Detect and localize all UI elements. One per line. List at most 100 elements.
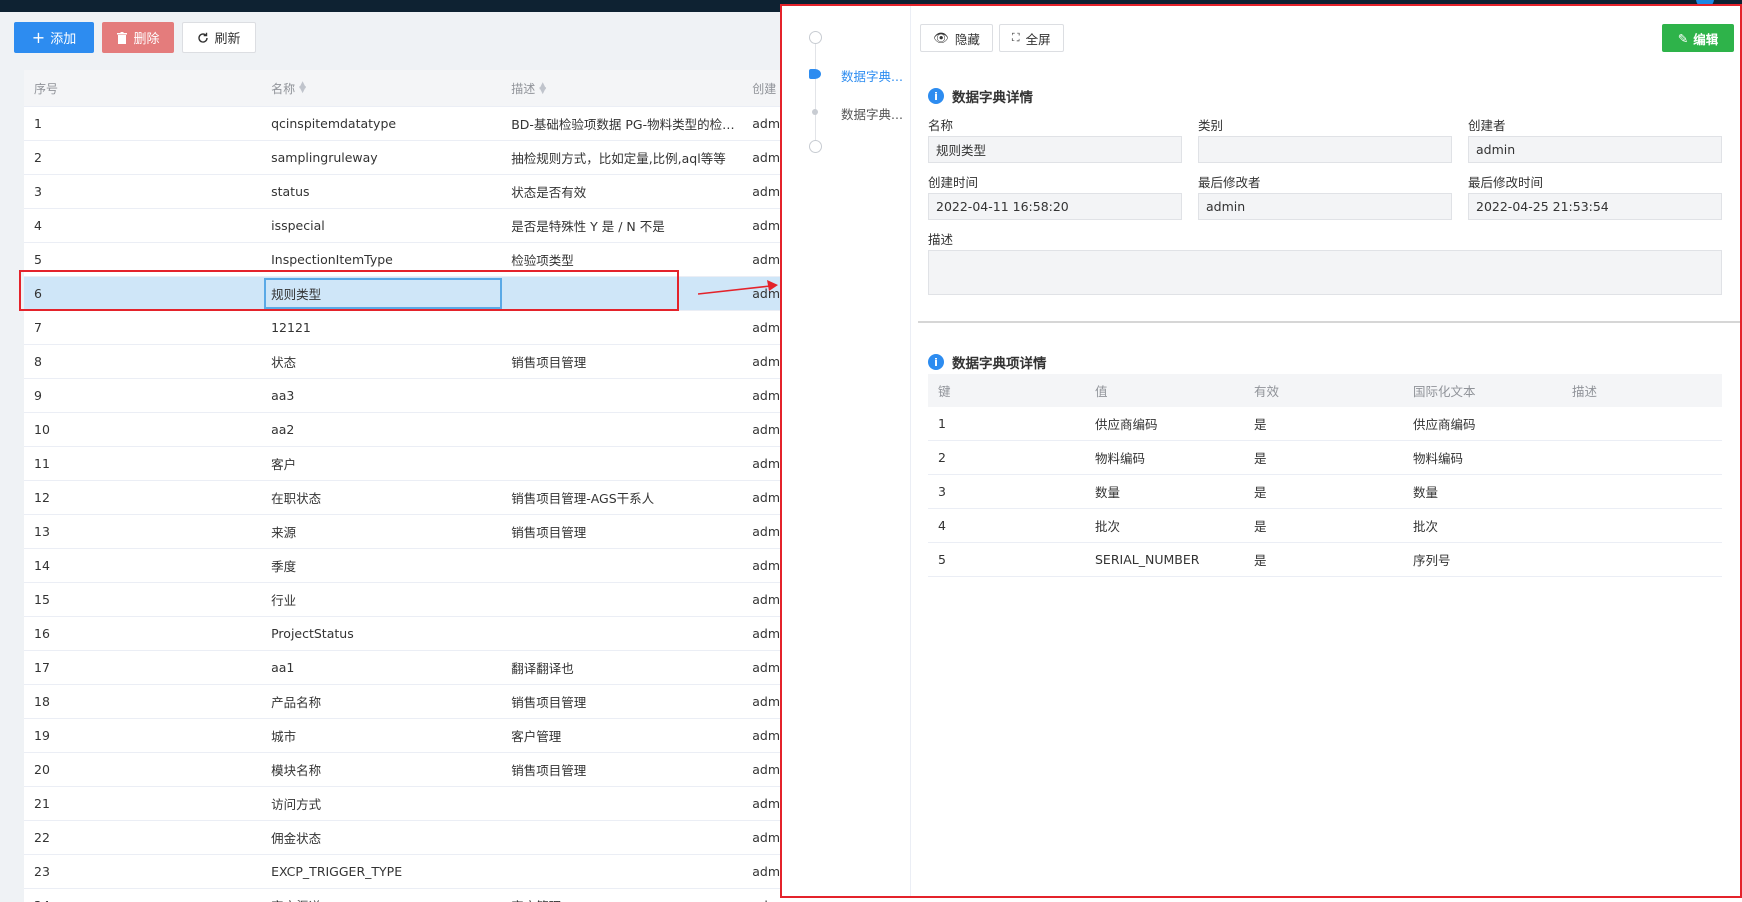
description-label: 描述 — [928, 232, 954, 247]
list-toolbar: + 添加 删除 刷新 — [14, 22, 256, 53]
items-row[interactable]: 4 批次 是 批次 — [928, 509, 1722, 543]
table-row[interactable]: 4 isspecial 是否是特殊性 Y 是 / N 不是 adm — [24, 209, 782, 243]
items-table-body: 1 供应商编码是供应商编码 2 物料编码是物料编码 3 数量是数量 4 批次是批次 5 SERIA… — [928, 407, 1722, 577]
item-value-cell: 数量 — [1095, 485, 1121, 500]
table-row[interactable]: 24客户渠道客户管理adm — [24, 889, 782, 902]
row-creator-cell: adm — [752, 354, 781, 369]
row-name-cell: aa3 — [271, 388, 295, 403]
dictionary-table: 序号 名称 ▲ ▼ 描述 ▲ ▼ 创建 1 qcinspitemdatatype BD-基础… — [24, 70, 782, 902]
row-seq-cell: 2 — [34, 150, 42, 165]
expand-icon: ⛶ — [1011, 31, 1020, 44]
panel-toolbar: 👁 隐藏 ⛶ 全屏 — [920, 24, 1064, 52]
creator-label: 创建者 — [1468, 118, 1506, 133]
table-row[interactable]: 23 EXCP_TRIGGER_TYPE adm — [24, 855, 782, 889]
items-row[interactable]: 2 物料编码 是 物料编码 — [928, 441, 1722, 475]
table-row[interactable]: 22 佣金状态 adm — [24, 821, 782, 855]
description-field — [928, 250, 1722, 295]
row-name-cell: 规则类型 — [263, 277, 503, 310]
row-name-cell: EXCP_TRIGGER_TYPE — [271, 864, 403, 879]
table-header: 序号 名称 ▲ ▼ 描述 ▲ ▼ 创建 — [24, 70, 782, 107]
row-seq-cell: 16 — [34, 626, 50, 641]
row-seq-cell: 8 — [34, 354, 42, 369]
table-row[interactable]: 7 12121 adm — [24, 311, 782, 345]
table-row[interactable]: 10 aa2 adm — [24, 413, 782, 447]
anchor-item-items[interactable]: 数据字典... — [841, 104, 907, 123]
table-row[interactable]: 21 访问方式 adm — [24, 787, 782, 821]
item-key-cell: 1 — [938, 416, 946, 431]
creator-field: admin — [1468, 136, 1722, 163]
anchor-dot-icon — [812, 109, 818, 115]
row-name-cell: 在职状态 — [271, 491, 322, 506]
delete-button[interactable]: 删除 — [102, 22, 174, 53]
header-desc[interactable]: 描述 ▲ ▼ — [503, 80, 744, 97]
table-row[interactable]: 6 规则类型 adm — [24, 277, 782, 311]
item-i18n-cell: 序列号 — [1413, 553, 1451, 568]
header-name[interactable]: 名称 ▲ ▼ — [263, 70, 503, 106]
row-seq-cell: 13 — [34, 524, 50, 539]
table-row[interactable]: 9 aa3 adm — [24, 379, 782, 413]
row-desc-cell: BD-基础检验项数据 PG-物料类型的检验... — [511, 117, 745, 132]
row-desc-cell: 销售项目管理-AGS干系人 — [511, 491, 655, 506]
table-row[interactable]: 11 客户 adm — [24, 447, 782, 481]
items-row[interactable]: 1 供应商编码 是 供应商编码 — [928, 407, 1722, 441]
row-creator-cell: adm — [752, 524, 781, 539]
add-button[interactable]: + 添加 — [14, 22, 94, 53]
item-valid-cell: 是 — [1254, 519, 1267, 534]
table-row[interactable]: 17 aa1 翻译翻译也 adm — [24, 651, 782, 685]
table-row[interactable]: 15 行业 adm — [24, 583, 782, 617]
row-creator-cell: adm — [752, 490, 781, 505]
sort-icon[interactable]: ▲ ▼ — [539, 82, 546, 96]
table-row[interactable]: 1 qcinspitemdatatype BD-基础检验项数据 PG-物料类型的检验… — [24, 107, 782, 141]
row-seq-cell: 4 — [34, 218, 42, 233]
edit-button[interactable]: ✎ 编辑 — [1662, 24, 1734, 52]
modifier-label: 最后修改者 — [1198, 175, 1261, 190]
table-row[interactable]: 18 产品名称 销售项目管理 adm — [24, 685, 782, 719]
row-name-cell: samplingruleway — [271, 150, 378, 165]
info-icon: i — [928, 354, 944, 370]
row-seq-cell: 5 — [34, 252, 42, 267]
row-creator-cell: adm — [752, 422, 781, 437]
header-value: 值 — [1095, 384, 1108, 399]
row-desc-cell: 翻译翻译也 — [511, 661, 574, 676]
items-row[interactable]: 3 数量 是 数量 — [928, 475, 1722, 509]
row-creator-cell: adm — [752, 626, 781, 641]
items-table-header: 键 值 有效 国际化文本 描述 — [928, 374, 1722, 407]
row-creator-cell: adm — [752, 864, 781, 879]
table-row[interactable]: 16 ProjectStatus adm — [24, 617, 782, 651]
table-row[interactable]: 8 状态 销售项目管理 adm — [24, 345, 782, 379]
row-name-cell: aa1 — [271, 660, 295, 675]
item-key-cell: 3 — [938, 484, 946, 499]
item-i18n-cell: 数量 — [1413, 485, 1439, 500]
row-creator-cell: adm — [752, 218, 781, 233]
dictionary-list-area: + 添加 删除 刷新 序号 名称 ▲ ▼ 描述 ▲ ▼ 创建 1 qcinspitemda… — [0, 12, 782, 902]
sort-icon[interactable]: ▲ ▼ — [299, 81, 306, 95]
table-row[interactable]: 2 samplingruleway 抽检规则方式，比如定量,比例,aql等等 adm — [24, 141, 782, 175]
table-row[interactable]: 5 InspectionItemType 检验项类型 adm — [24, 243, 782, 277]
table-row[interactable]: 3 status 状态是否有效 adm — [24, 175, 782, 209]
created-time-label: 创建时间 — [928, 175, 979, 190]
items-row[interactable]: 5 SERIAL_NUMBER 是 序列号 — [928, 543, 1722, 577]
row-name-cell: 季度 — [271, 559, 297, 574]
item-valid-cell: 是 — [1254, 485, 1267, 500]
anchor-item-detail[interactable]: 数据字典... — [841, 66, 907, 85]
fullscreen-button[interactable]: ⛶ 全屏 — [998, 24, 1064, 52]
header-valid: 有效 — [1254, 384, 1280, 399]
table-row[interactable]: 19 城市 客户管理 adm — [24, 719, 782, 753]
item-valid-cell: 是 — [1254, 553, 1267, 568]
row-desc-cell: 抽检规则方式，比如定量,比例,aql等等 — [511, 151, 726, 166]
item-value-cell: 批次 — [1095, 519, 1121, 534]
row-name-cell: 来源 — [271, 525, 297, 540]
row-name-cell: 访问方式 — [271, 797, 322, 812]
row-name-cell: status — [271, 184, 310, 199]
refresh-button[interactable]: 刷新 — [182, 22, 256, 53]
hide-button[interactable]: 👁 隐藏 — [920, 24, 993, 52]
table-row[interactable]: 13 来源 销售项目管理 adm — [24, 515, 782, 549]
item-valid-cell: 是 — [1254, 451, 1267, 466]
table-row[interactable]: 12 在职状态 销售项目管理-AGS干系人 adm — [24, 481, 782, 515]
table-row[interactable]: 20 模块名称 销售项目管理 adm — [24, 753, 782, 787]
table-row[interactable]: 14 季度 adm — [24, 549, 782, 583]
item-i18n-cell: 物料编码 — [1413, 451, 1464, 466]
item-key-cell: 5 — [938, 552, 946, 567]
row-name-cell: ProjectStatus — [271, 626, 354, 641]
header-item-desc: 描述 — [1572, 384, 1598, 399]
